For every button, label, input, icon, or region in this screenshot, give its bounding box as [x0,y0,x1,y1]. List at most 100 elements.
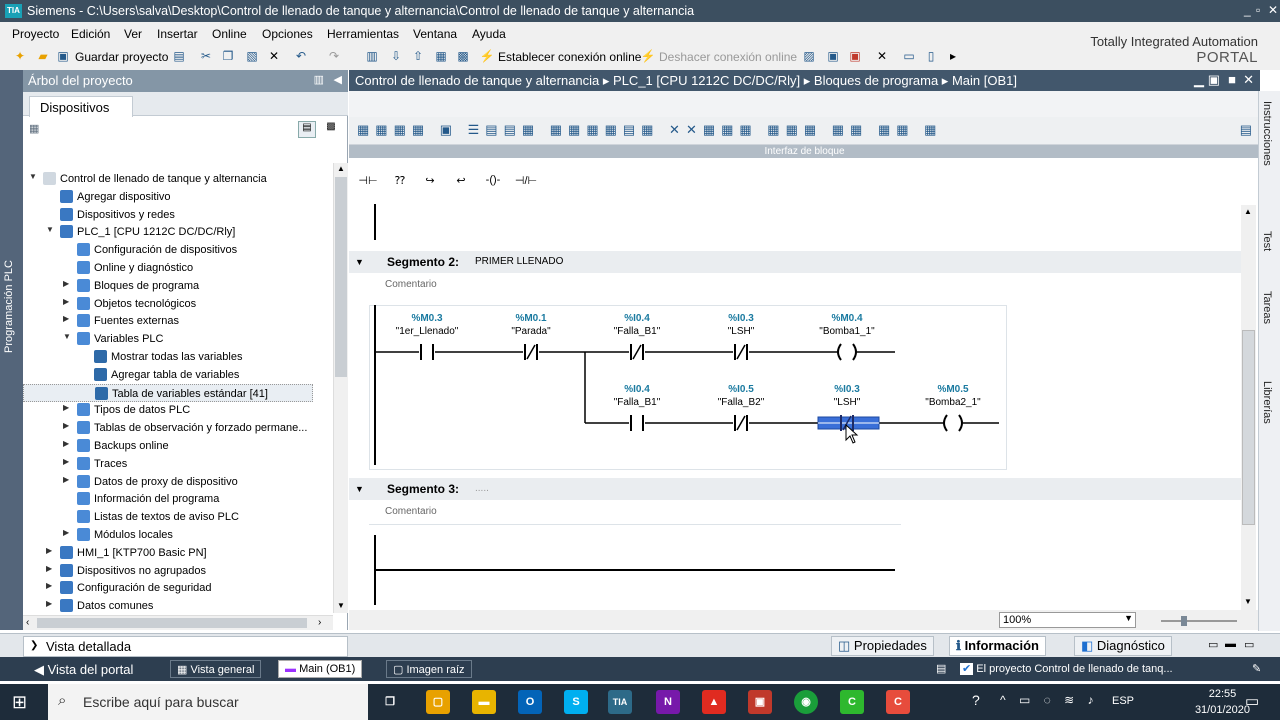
editor-toolbar-icons[interactable]: ▦▦▦▦ ▣ ☰▤▤▦ ▦▦▦▦▤▦ ✕✕▦▦▦ ▦▦▦ ▦▦ ▦▦ ▦ [357,122,936,140]
tree-item[interactable]: Mostrar todas las variables [23,348,323,366]
tab-dispositivos[interactable]: Dispositivos [29,96,133,117]
tree-item[interactable]: ▶ Fuentes externas [23,312,323,330]
contact-falla-b1[interactable] [630,344,644,360]
segment2-header[interactable]: ▼ Segmento 2: PRIMER LLENADO [349,251,1241,273]
stop-cpu-icon[interactable]: ▣ [847,48,863,64]
scroll-right-icon[interactable]: › [318,617,321,628]
red-c-app-icon[interactable]: C [886,690,910,714]
editor-minimize-icon[interactable]: ▁ [1194,72,1204,88]
monitor-icon[interactable]: ▩ [455,48,471,64]
tree-item[interactable]: ▶ Bloques de programa [23,277,323,295]
contact-falla-b2[interactable] [734,415,748,431]
zoom-slider-handle[interactable] [1181,616,1187,626]
tree-expand-icon[interactable]: ▶ [63,528,69,537]
split-vertical-icon[interactable]: ▯ [923,48,939,64]
menu-opciones[interactable]: Opciones [262,27,313,41]
cross-reference-icon[interactable]: ✕ [874,48,890,64]
tree-hscroll-thumb[interactable] [37,618,307,628]
editor-scroll-thumb[interactable] [1242,330,1255,525]
print-icon[interactable]: ▤ [171,48,187,64]
tree-collapse-icon[interactable]: ▼ [63,332,71,341]
cut-icon[interactable]: ✂ [198,48,214,64]
rung2-op1-address[interactable]: %I0.4 [597,384,677,395]
tree-item[interactable]: ▶ Objetos tecnológicos [23,295,323,313]
contact-1er-llenado[interactable] [420,344,434,360]
segment2-comment[interactable]: Comentario [385,279,437,290]
inspector-restore-icon[interactable]: ▭ [1244,638,1254,651]
tree-expand-icon[interactable]: ▶ [46,546,52,555]
restore-icon[interactable]: ▫ [1256,3,1260,17]
collapse-panel-icon[interactable]: ◀ [334,73,342,86]
save-icon[interactable]: ▣ [55,48,71,64]
rung1-op3-name[interactable]: "Falla_B1" [597,326,677,337]
tree-settings-icon[interactable]: ▦ [29,122,39,135]
go-online-icon[interactable]: ⚡ [479,48,495,64]
tree-details-icon[interactable]: ▩ [322,121,340,138]
scroll-left-icon[interactable]: ‹ [26,617,29,628]
system-tray-icons[interactable]: ^ ▭ ◌ ≋ ♪ [1000,693,1099,707]
tree-item[interactable]: Agregar dispositivo [23,188,323,206]
taskbar-search[interactable]: ⌕ Escribe aquí para buscar [48,684,368,720]
go-offline-button[interactable]: Deshacer conexión online [659,50,797,64]
rung2-coil-name[interactable]: "Bomba2_1" [913,397,993,408]
coil-bomba2-1[interactable] [943,414,963,432]
copy-icon[interactable]: ❐ [220,48,236,64]
message-log-icon[interactable]: ▤ [930,660,952,678]
chrome-icon[interactable]: ◉ [794,690,818,714]
tree-expand-icon[interactable]: ▶ [63,457,69,466]
editor-scroll-up-icon[interactable]: ▲ [1244,207,1252,216]
undo-icon[interactable]: ↶ [293,48,309,64]
segment2-collapse-icon[interactable]: ▼ [355,257,364,267]
no-contact-tool[interactable]: ⊣⊢ [354,174,382,192]
split-horizontal-icon[interactable]: ▭ [901,48,917,64]
editor-close-icon[interactable]: ✕ [1243,72,1254,88]
contact-falla-b1-branch[interactable] [630,415,644,431]
tab-informacion[interactable]: ℹ Información [949,636,1046,656]
tree-item[interactable]: ▶ Dispositivos no agrupados [23,562,323,580]
menu-ayuda[interactable]: Ayuda [472,27,506,41]
tab-diagnostico[interactable]: ◧ Diagnóstico [1074,636,1172,656]
portal-options-icon[interactable]: ✎ [1246,660,1267,678]
tab-propiedades[interactable]: ◫ Propiedades [831,636,934,656]
tree-expand-icon[interactable]: ▶ [63,439,69,448]
onenote-icon[interactable]: N [656,690,680,714]
open-project-icon[interactable]: ▰ [35,48,51,64]
outlook-icon[interactable]: O [518,690,542,714]
tree-item[interactable]: ▶ Backups online [23,437,323,455]
menu-proyecto[interactable]: Proyecto [12,27,59,41]
tree-item[interactable]: ▶ Tipos de datos PLC [23,401,323,419]
coil-bomba1-1[interactable] [837,343,857,361]
rung2-op2-address[interactable]: %I0.5 [701,384,781,395]
new-project-icon[interactable]: ✦ [12,48,28,64]
rung1-coil-name[interactable]: "Bomba1_1" [807,326,887,337]
inspector-float-icon[interactable]: ▭ [1208,638,1218,651]
pdf-reader-icon[interactable]: ▲ [702,690,726,714]
tia-portal-taskbar-icon[interactable]: TIA [608,690,632,714]
portal-tab-main-ob1[interactable]: ▬ Main (OB1) [278,660,363,678]
editor-maximize-icon[interactable]: ■ [1228,72,1236,87]
tree-item[interactable]: Tabla de variables estándar [41] [23,383,313,402]
menu-ver[interactable]: Ver [124,27,142,41]
help-icon[interactable]: ? [972,692,980,708]
tab-instrucciones[interactable]: Instrucciones [1261,101,1273,166]
branch-open-tool[interactable]: ↪ [416,174,444,192]
zoom-select[interactable]: 100% ▼ [999,612,1136,628]
tree-item[interactable]: ▶ Datos comunes [23,597,323,615]
close-icon[interactable]: ✕ [1268,3,1278,17]
scroll-up-icon[interactable]: ▲ [337,164,345,173]
tree-item[interactable]: ▶ Configuración de seguridad [23,579,323,597]
portal-tab-vista-general[interactable]: ▦ Vista general [170,660,262,678]
tab-librerias[interactable]: Librerías [1261,381,1273,424]
tree-expand-icon[interactable]: ▶ [63,403,69,412]
notifications-icon[interactable]: ▭ [1245,692,1259,710]
rung2-op2-name[interactable]: "Falla_B2" [701,397,781,408]
orange-app-icon[interactable]: ▢ [426,690,450,714]
simulation-icon[interactable]: ▦ [433,48,449,64]
tree-expand-icon[interactable]: ▶ [63,279,69,288]
tree-item[interactable]: Configuración de dispositivos [23,241,323,259]
tree-vertical-scrollbar[interactable]: ▲ ▼ [333,163,348,613]
toolbar-more-icon[interactable]: ▸ [945,48,961,64]
coil-tool[interactable]: -()- [479,174,507,192]
tab-tareas[interactable]: Tareas [1261,291,1273,324]
portal-view-button[interactable]: ◀ Vista del portal [28,660,139,678]
